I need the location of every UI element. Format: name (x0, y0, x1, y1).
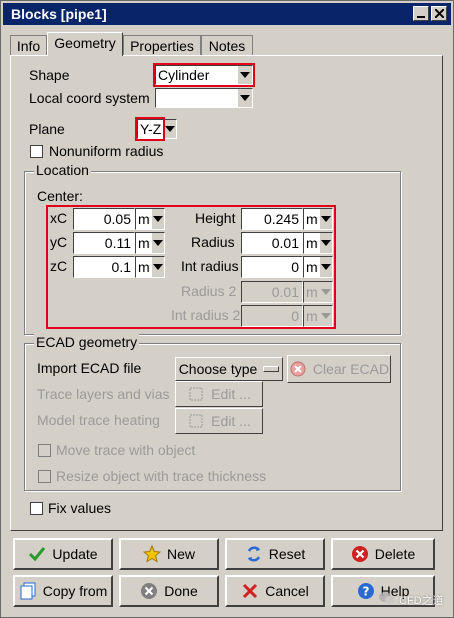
chevron-down-icon (164, 120, 176, 138)
star-icon (142, 545, 161, 563)
update-button[interactable]: Update (13, 538, 113, 570)
tab-notes[interactable]: Notes (201, 35, 253, 55)
copy-from-button[interactable]: Copy from (13, 575, 113, 607)
radius2-unit-dropdown: m (303, 281, 333, 303)
location-group-title: Location (34, 162, 91, 178)
int-radius-label: Int radius (181, 258, 239, 274)
watermark: CFD之道 (379, 591, 444, 608)
chevron-down-icon (238, 89, 252, 107)
int-radius2-unit-dropdown: m (303, 305, 333, 327)
int-radius2-input: 0 (241, 305, 303, 327)
cancel-icon (241, 582, 259, 600)
xc-input[interactable]: 0.05 (73, 208, 135, 230)
reset-icon (245, 545, 263, 563)
edit-icon (187, 385, 205, 403)
xc-label: xC (50, 210, 68, 226)
chevron-down-icon (320, 257, 332, 277)
cancel-button[interactable]: Cancel (225, 575, 325, 607)
height-label: Height (195, 210, 236, 226)
local-coord-label: Local coord system (29, 90, 150, 106)
yc-label: yC (50, 234, 68, 250)
model-trace-edit-button: Edit ... (175, 408, 263, 434)
chevron-down-icon (152, 257, 164, 277)
height-input[interactable]: 0.245 (241, 208, 303, 230)
title-bar[interactable]: Blocks [pipe1] (3, 3, 451, 25)
blocks-dialog: Blocks [pipe1] Info Geometry Properties … (0, 0, 454, 618)
reset-button[interactable]: Reset (225, 538, 325, 570)
yc-unit-dropdown[interactable]: m (135, 232, 165, 254)
ecad-group-title: ECAD geometry (34, 334, 140, 350)
window-title: Blocks [pipe1] (11, 6, 107, 22)
edit-icon (187, 412, 205, 430)
done-button[interactable]: Done (119, 575, 219, 607)
chevron-down-icon (320, 233, 332, 253)
checkmark-icon (28, 545, 46, 563)
move-trace-checkbox (38, 444, 51, 457)
close-button[interactable] (431, 6, 447, 21)
xc-unit-dropdown[interactable]: m (135, 208, 165, 230)
chevron-down-icon (152, 209, 164, 229)
int-radius2-label: Int radius 2 (171, 307, 241, 323)
chevron-down-icon (320, 306, 332, 326)
wechat-icon (379, 591, 395, 608)
menu-bar-icon (263, 366, 280, 372)
minimize-icon (417, 15, 425, 18)
import-ecad-label: Import ECAD file (37, 360, 142, 376)
nonuniform-radius-checkbox[interactable] (30, 145, 43, 158)
delete-button[interactable]: Delete (331, 538, 435, 570)
radius2-label: Radius 2 (181, 283, 237, 299)
resize-object-checkbox (38, 470, 51, 483)
copy-icon (19, 582, 37, 600)
center-label: Center: (37, 188, 83, 204)
fix-values-checkbox[interactable] (30, 502, 43, 515)
zc-input[interactable]: 0.1 (73, 256, 135, 278)
trace-layers-edit-button: Edit ... (175, 381, 263, 407)
local-coord-dropdown[interactable] (155, 88, 253, 108)
chevron-down-icon (152, 233, 164, 253)
tab-properties[interactable]: Properties (123, 35, 201, 55)
zc-unit-dropdown[interactable]: m (135, 256, 165, 278)
height-unit-dropdown[interactable]: m (303, 208, 333, 230)
highlight-box-shape (153, 63, 255, 87)
help-icon: ? (357, 582, 375, 600)
clear-icon (289, 360, 307, 378)
svg-text:?: ? (362, 585, 369, 599)
shape-label: Shape (29, 67, 70, 83)
delete-icon (351, 545, 369, 563)
int-radius-input[interactable]: 0 (241, 256, 303, 278)
choose-type-button[interactable]: Choose type (175, 357, 283, 381)
plane-label: Plane (29, 121, 65, 137)
move-trace-label: Move trace with object (56, 442, 196, 458)
fix-values-label: Fix values (48, 500, 112, 516)
radius2-input: 0.01 (241, 281, 303, 303)
zc-label: zC (50, 258, 68, 274)
nonuniform-radius-label: Nonuniform radius (49, 143, 164, 159)
resize-object-label: Resize object with trace thickness (56, 468, 267, 484)
done-icon (140, 582, 158, 600)
trace-layers-label: Trace layers and vias (37, 386, 170, 402)
chevron-down-icon (320, 209, 332, 229)
chevron-down-icon (320, 282, 332, 302)
int-radius-unit-dropdown[interactable]: m (303, 256, 333, 278)
radius-label: Radius (191, 234, 235, 250)
yc-input[interactable]: 0.11 (73, 232, 135, 254)
model-trace-label: Model trace heating (37, 412, 160, 428)
minimize-button[interactable] (413, 6, 429, 21)
tab-info[interactable]: Info (10, 35, 47, 55)
clear-ecad-button[interactable]: Clear ECAD (287, 355, 391, 383)
highlight-box-plane (135, 117, 165, 141)
radius-unit-dropdown[interactable]: m (303, 232, 333, 254)
watermark-text: CFD之道 (399, 594, 444, 607)
radius-input[interactable]: 0.01 (241, 232, 303, 254)
tab-geometry[interactable]: Geometry (47, 32, 123, 56)
new-button[interactable]: New (119, 538, 219, 570)
close-icon (434, 9, 444, 18)
